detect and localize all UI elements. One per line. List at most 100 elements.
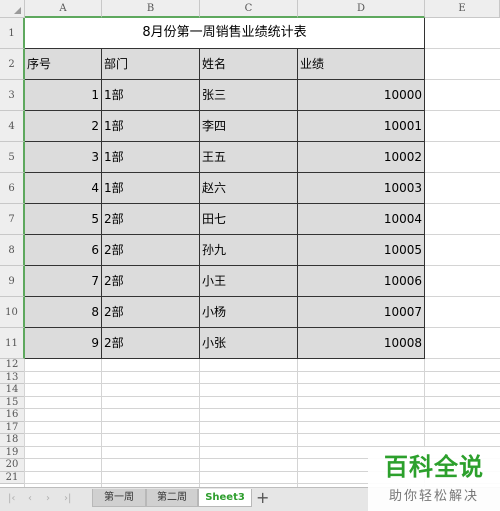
table-cell[interactable]: 10006 bbox=[298, 266, 425, 297]
column-header-a[interactable]: A bbox=[25, 0, 102, 18]
select-all-triangle-icon bbox=[14, 7, 21, 14]
table-cell[interactable]: 6 bbox=[25, 235, 102, 266]
row-header-8[interactable]: 8 bbox=[0, 235, 25, 266]
row-header-17[interactable]: 17 bbox=[0, 421, 25, 434]
last-sheet-icon[interactable]: ›| bbox=[64, 493, 71, 504]
row-header-2[interactable]: 2 bbox=[0, 49, 25, 80]
row-header-1[interactable]: 1 bbox=[0, 18, 25, 49]
table-cell[interactable]: 10003 bbox=[298, 173, 425, 204]
column-header-e[interactable]: E bbox=[425, 0, 500, 18]
table-cell[interactable]: 10007 bbox=[298, 297, 425, 328]
header-cell[interactable]: 部门 bbox=[102, 49, 200, 80]
row-header-7[interactable]: 7 bbox=[0, 204, 25, 235]
table-cell[interactable]: 10002 bbox=[298, 142, 425, 173]
grid-row-line bbox=[425, 172, 500, 173]
grid-row-line bbox=[25, 408, 500, 409]
header-cell[interactable]: 姓名 bbox=[200, 49, 298, 80]
table-cell[interactable]: 1 bbox=[25, 80, 102, 111]
table-cell[interactable]: 2部 bbox=[102, 204, 200, 235]
grid-row-line bbox=[425, 358, 500, 359]
table-cell[interactable]: 田七 bbox=[200, 204, 298, 235]
table-cell[interactable]: 10008 bbox=[298, 328, 425, 359]
grid-row-line bbox=[25, 395, 500, 397]
watermark-logo: 百科全说 助你轻松解决 bbox=[368, 447, 500, 511]
spreadsheet-grid[interactable]: A B C D E 1 2 3 4 5 6 7 8 9 10 11 12 13 14 15 16 17 18 19 2… bbox=[0, 0, 500, 487]
table-cell[interactable]: 孙九 bbox=[200, 235, 298, 266]
row-header-21[interactable]: 21 bbox=[0, 471, 25, 484]
row-header-18[interactable]: 18 bbox=[0, 434, 25, 447]
row-header-6[interactable]: 6 bbox=[0, 173, 25, 204]
grid-row-line bbox=[425, 265, 500, 266]
row-header-5[interactable]: 5 bbox=[0, 142, 25, 173]
table-cell[interactable]: 9 bbox=[25, 328, 102, 359]
watermark-title: 百科全说 bbox=[384, 453, 484, 481]
row-header-12[interactable]: 12 bbox=[0, 359, 25, 372]
table-cell[interactable]: 10000 bbox=[298, 80, 425, 111]
header-cell[interactable]: 序号 bbox=[25, 49, 102, 80]
table-cell[interactable]: 2部 bbox=[102, 266, 200, 297]
table-cell[interactable]: 1部 bbox=[102, 173, 200, 204]
grid-column-line bbox=[101, 359, 102, 487]
table-cell[interactable]: 2部 bbox=[102, 328, 200, 359]
row-header-10[interactable]: 10 bbox=[0, 297, 25, 328]
row-header-9[interactable]: 9 bbox=[0, 266, 25, 297]
grid-row-line bbox=[425, 141, 500, 142]
table-cell[interactable]: 4 bbox=[25, 173, 102, 204]
table-cell[interactable]: 10005 bbox=[298, 235, 425, 266]
prev-sheet-icon[interactable]: ‹ bbox=[28, 493, 32, 504]
grid-row-line bbox=[425, 296, 500, 297]
table-cell[interactable]: 10004 bbox=[298, 204, 425, 235]
table-cell[interactable]: 7 bbox=[25, 266, 102, 297]
table-cell[interactable]: 2部 bbox=[102, 297, 200, 328]
grid-row-line bbox=[425, 327, 500, 328]
grid-row-line bbox=[425, 110, 500, 111]
table-cell[interactable]: 3 bbox=[25, 142, 102, 173]
table-cell[interactable]: 8 bbox=[25, 297, 102, 328]
first-sheet-icon[interactable]: |‹ bbox=[8, 493, 15, 504]
table-cell[interactable]: 李四 bbox=[200, 111, 298, 142]
table-cell[interactable]: 赵六 bbox=[200, 173, 298, 204]
column-header-c[interactable]: C bbox=[200, 0, 298, 18]
row-header-19[interactable]: 19 bbox=[0, 446, 25, 459]
grid-row-line bbox=[425, 79, 500, 80]
table-cell[interactable]: 1部 bbox=[102, 111, 200, 142]
grid-column-line bbox=[24, 359, 25, 487]
row-header-13[interactable]: 13 bbox=[0, 371, 25, 384]
row-header-20[interactable]: 20 bbox=[0, 459, 25, 472]
select-all-corner[interactable] bbox=[0, 0, 25, 18]
table-cell[interactable]: 小张 bbox=[200, 328, 298, 359]
add-sheet-button[interactable]: + bbox=[256, 489, 269, 507]
grid-column-line bbox=[297, 359, 298, 487]
table-cell[interactable]: 1部 bbox=[102, 142, 200, 173]
table-cell[interactable]: 王五 bbox=[200, 142, 298, 173]
grid-row-line bbox=[425, 48, 500, 49]
grid-row-line bbox=[25, 383, 500, 384]
row-header-11[interactable]: 11 bbox=[0, 328, 25, 359]
sheet-tab-week1[interactable]: 第一周 bbox=[92, 489, 146, 507]
table-title-cell[interactable]: 8月份第一周销售业绩统计表 bbox=[25, 18, 425, 49]
table-cell[interactable]: 小王 bbox=[200, 266, 298, 297]
table-cell[interactable]: 5 bbox=[25, 204, 102, 235]
sheet-tab-sheet3[interactable]: Sheet3 bbox=[198, 489, 252, 507]
grid-row-line bbox=[25, 370, 500, 372]
row-header-14[interactable]: 14 bbox=[0, 384, 25, 397]
row-header-15[interactable]: 15 bbox=[0, 396, 25, 409]
sheet-tab-week2[interactable]: 第二周 bbox=[146, 489, 198, 507]
table-cell[interactable]: 10001 bbox=[298, 111, 425, 142]
column-header-d[interactable]: D bbox=[298, 0, 425, 18]
table-cell[interactable]: 2 bbox=[25, 111, 102, 142]
table-cell[interactable]: 张三 bbox=[200, 80, 298, 111]
row-header-4[interactable]: 4 bbox=[0, 111, 25, 142]
column-header-b[interactable]: B bbox=[102, 0, 200, 18]
watermark-subtitle: 助你轻松解决 bbox=[388, 489, 479, 504]
header-cell[interactable]: 业绩 bbox=[298, 49, 425, 80]
grid-row-line bbox=[425, 203, 500, 204]
row-header-3[interactable]: 3 bbox=[0, 80, 25, 111]
next-sheet-icon[interactable]: › bbox=[46, 493, 50, 504]
table-cell[interactable]: 1部 bbox=[102, 80, 200, 111]
grid-row-line bbox=[25, 420, 500, 422]
table-cell[interactable]: 小杨 bbox=[200, 297, 298, 328]
grid-row-line bbox=[425, 234, 500, 235]
row-header-16[interactable]: 16 bbox=[0, 409, 25, 422]
table-cell[interactable]: 2部 bbox=[102, 235, 200, 266]
